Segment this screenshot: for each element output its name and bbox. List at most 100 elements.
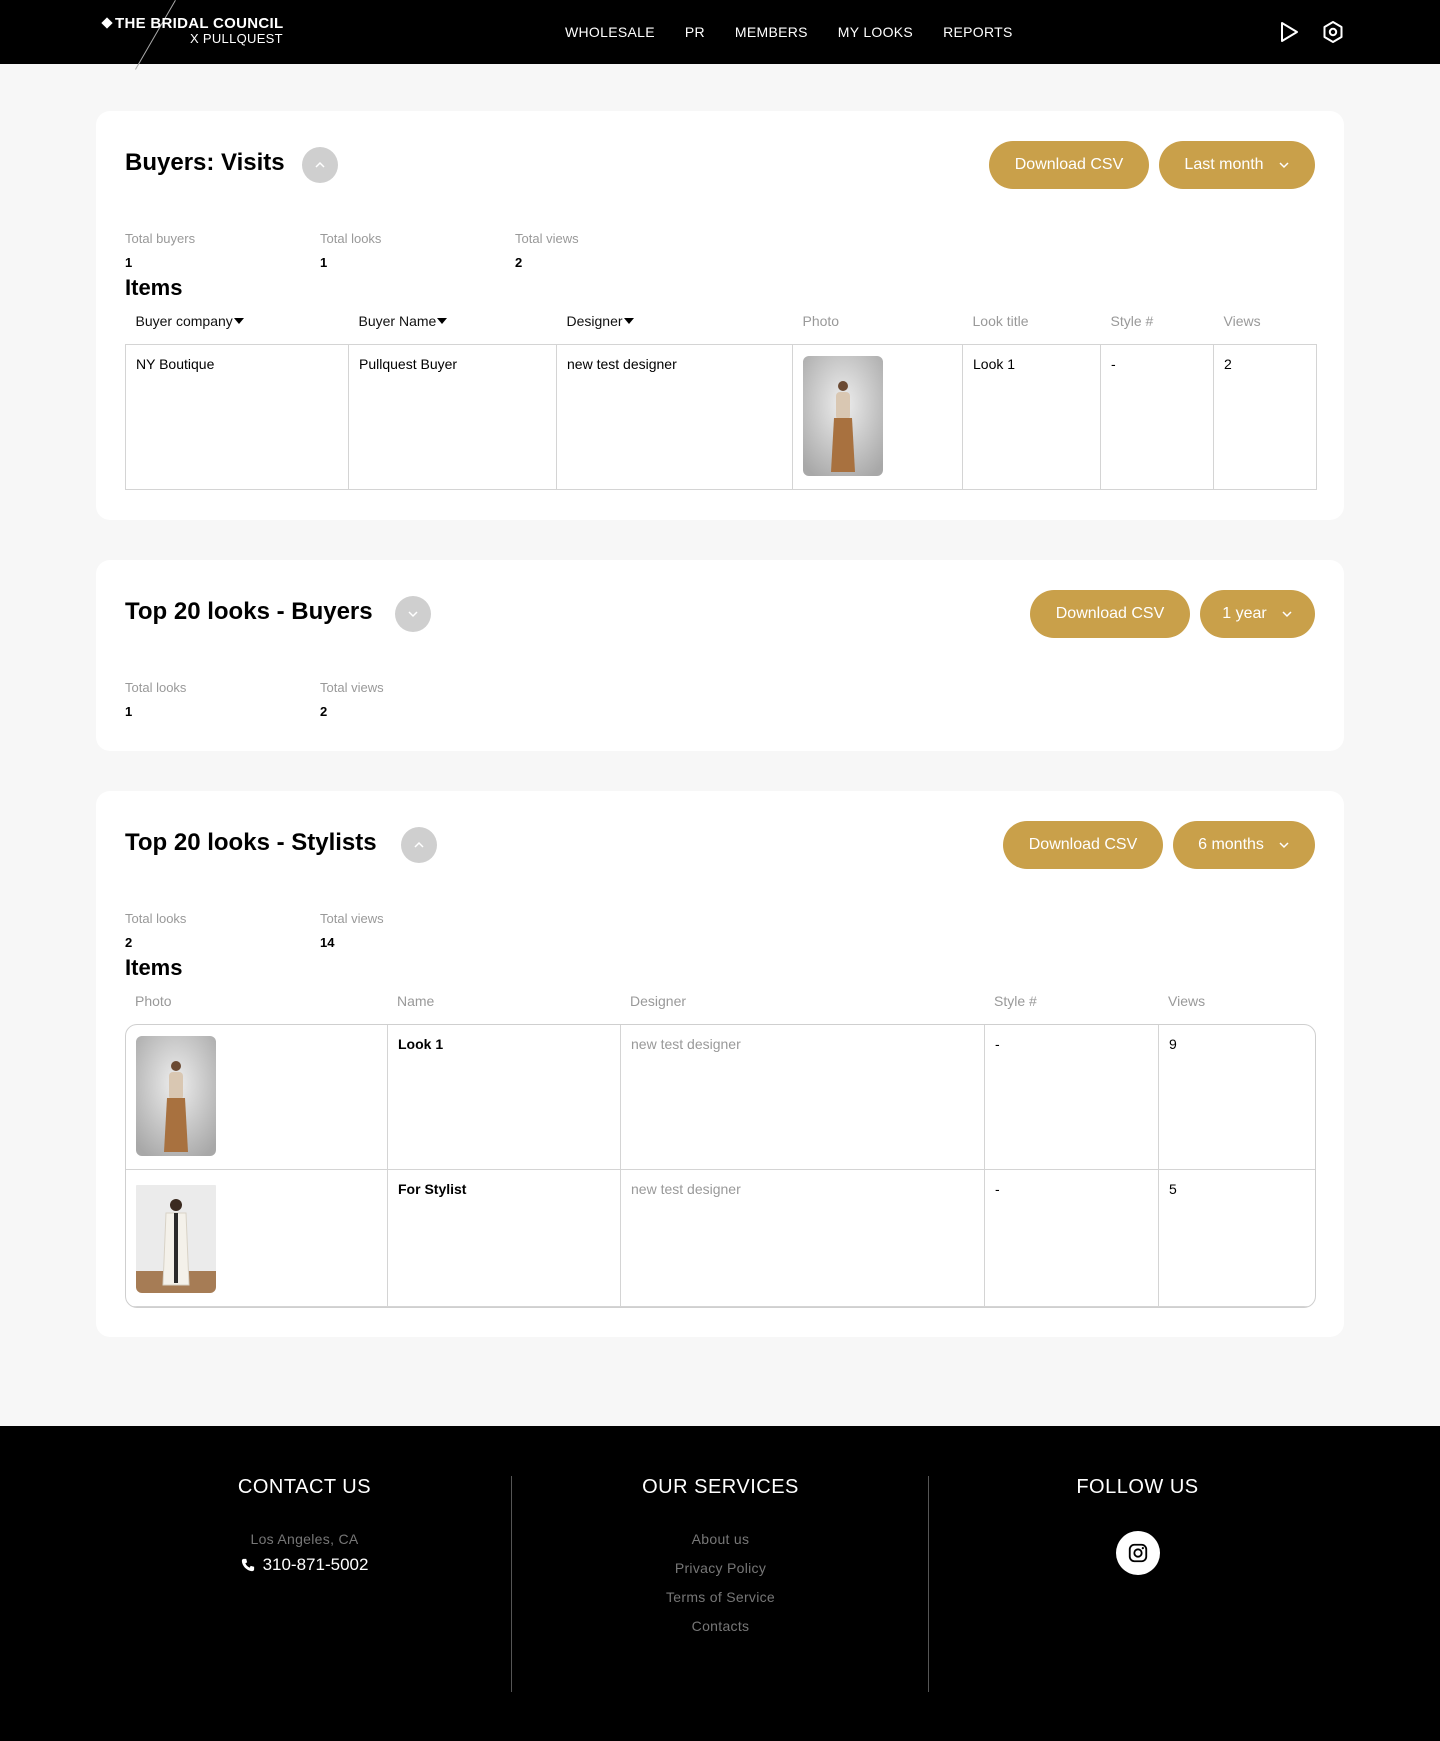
brand-line1: THE BRIDAL COUNCIL <box>115 15 284 32</box>
col-views: Views <box>1168 993 1206 1009</box>
settings-icon[interactable] <box>1321 20 1345 44</box>
cell-designer: new test designer <box>620 1025 985 1170</box>
period-label: 6 months <box>1198 836 1264 853</box>
stat-value: 2 <box>125 935 133 950</box>
col-label: Buyer company <box>135 312 233 329</box>
collapse-toggle[interactable] <box>401 827 437 863</box>
col-name: Name <box>397 993 435 1009</box>
stat-total-looks: Total looks 1 <box>125 680 186 719</box>
footer-heading: CONTACT US <box>237 1476 372 1498</box>
nav-my-looks[interactable]: MY LOOKS <box>838 24 913 40</box>
look-photo[interactable] <box>136 1181 216 1293</box>
period-label: 1 year <box>1222 605 1267 622</box>
footer-location: Los Angeles, CA <box>250 1531 359 1547</box>
sort-caret-icon <box>623 317 634 324</box>
col-buyer-name[interactable]: Buyer Name <box>349 308 557 344</box>
stylists-table-body: Look 1 new test designer - 9 For Stylist… <box>126 1025 1315 1307</box>
brand-logo[interactable]: THE BRIDAL COUNCIL X PULLQUEST <box>101 0 284 70</box>
footer-phone[interactable]: 310-871-5002 <box>96 1555 513 1575</box>
stat-total-looks: Total looks 2 <box>125 911 186 950</box>
buyers-visits-card: Buyers: Visits Download CSV Last month T… <box>96 111 1344 520</box>
stat-total-looks: Total looks 1 <box>320 231 381 270</box>
sort-caret-icon <box>437 317 448 324</box>
stat-label: Total buyers <box>125 231 196 246</box>
top-nav: THE BRIDAL COUNCIL X PULLQUEST WHOLESALE… <box>0 0 1440 70</box>
collapse-toggle[interactable] <box>302 147 338 183</box>
col-views: Views <box>1223 312 1261 329</box>
look-photo[interactable] <box>136 1036 216 1156</box>
col-label: Designer <box>566 312 623 329</box>
period-select[interactable]: 1 year <box>1200 590 1315 638</box>
nav-wholesale[interactable]: WHOLESALE <box>565 24 655 40</box>
card-title: Buyers: Visits <box>125 149 285 176</box>
cell-look-title: Look 1 <box>962 343 1101 490</box>
play-icon[interactable] <box>1277 20 1301 44</box>
footer-link-about[interactable]: About us <box>512 1531 929 1547</box>
stat-label: Total views <box>320 680 384 695</box>
footer-link-terms[interactable]: Terms of Service <box>512 1589 929 1605</box>
col-look-title: Look title <box>972 312 1029 329</box>
chevron-down-icon <box>1282 611 1292 618</box>
card-title: Top 20 looks - Buyers <box>125 598 373 625</box>
col-buyer-company[interactable]: Buyer company <box>126 308 349 344</box>
period-select[interactable]: 6 months <box>1173 821 1315 869</box>
nav-links: WHOLESALE PR MEMBERS MY LOOKS REPORTS <box>565 0 1043 64</box>
card-title: Top 20 looks - Stylists <box>125 829 377 856</box>
look-photo[interactable] <box>803 355 883 476</box>
download-csv-button[interactable]: Download CSV <box>1003 821 1163 869</box>
cell-photo <box>792 343 963 490</box>
table-row[interactable]: Look 1 new test designer - 9 <box>126 1025 1315 1170</box>
cell-style: - <box>1100 343 1214 490</box>
top-stylists-card: Top 20 looks - Stylists Download CSV 6 m… <box>96 791 1344 1337</box>
stat-label: Total looks <box>320 231 382 246</box>
footer-link-privacy[interactable]: Privacy Policy <box>512 1560 929 1576</box>
cell-views: 2 <box>1213 343 1317 490</box>
chevron-down-icon <box>408 611 418 618</box>
chevron-down-icon <box>1279 842 1289 849</box>
footer-heading: FOLLOW US <box>1076 1476 1199 1498</box>
stylists-table-header: Photo Name Designer Style # Views <box>125 988 1316 1024</box>
stat-label: Total views <box>320 911 384 926</box>
cell-company: NY Boutique <box>125 343 349 490</box>
stat-value: 2 <box>515 255 523 270</box>
cell-photo <box>126 1169 388 1307</box>
download-csv-button[interactable]: Download CSV <box>989 141 1149 189</box>
chevron-down-icon <box>1279 162 1289 169</box>
visits-table: Buyer company Buyer Name Designer Photo … <box>125 308 1317 490</box>
footer-heading: OUR SERVICES <box>642 1476 799 1498</box>
items-heading: Items <box>125 955 183 980</box>
instagram-icon[interactable] <box>1115 1531 1160 1575</box>
stat-value: 14 <box>320 935 335 950</box>
cell-buyer: Pullquest Buyer <box>348 343 557 490</box>
footer-services: OUR SERVICES About us Privacy Policy Ter… <box>512 1476 929 1634</box>
col-label: Buyer Name <box>358 312 437 329</box>
col-designer[interactable]: Designer <box>557 308 793 344</box>
phone-number: 310-871-5002 <box>262 1555 369 1574</box>
cell-designer: new test designer <box>620 1169 985 1307</box>
period-label: Last month <box>1184 156 1264 173</box>
period-select[interactable]: Last month <box>1159 141 1315 189</box>
nav-reports[interactable]: REPORTS <box>943 24 1013 40</box>
nav-pr[interactable]: PR <box>685 24 705 40</box>
sort-caret-icon <box>233 317 244 324</box>
table-row[interactable]: NY Boutique Pullquest Buyer new test des… <box>125 343 1317 490</box>
table-row[interactable]: For Stylist new test designer - 5 <box>126 1169 1315 1307</box>
phone-icon <box>241 1558 254 1572</box>
footer-link-contacts[interactable]: Contacts <box>512 1618 929 1634</box>
diamond-icon <box>101 17 113 29</box>
cell-views: 5 <box>1158 1169 1315 1307</box>
stat-total-views: Total views 2 <box>515 231 579 270</box>
col-photo: Photo <box>135 993 172 1009</box>
nav-members[interactable]: MEMBERS <box>735 24 808 40</box>
footer: CONTACT US Los Angeles, CA 310-871-5002 … <box>0 1426 1440 1741</box>
cell-style: - <box>984 1025 1159 1170</box>
brand-line2: X PULLQUEST <box>190 31 283 46</box>
stat-value: 1 <box>125 255 133 270</box>
stat-label: Total looks <box>125 911 187 926</box>
download-csv-button[interactable]: Download CSV <box>1030 590 1190 638</box>
expand-toggle[interactable] <box>395 596 431 632</box>
items-heading: Items <box>125 275 183 300</box>
stat-label: Total looks <box>125 680 187 695</box>
col-designer: Designer <box>630 993 687 1009</box>
col-style: Style # <box>1110 312 1154 329</box>
